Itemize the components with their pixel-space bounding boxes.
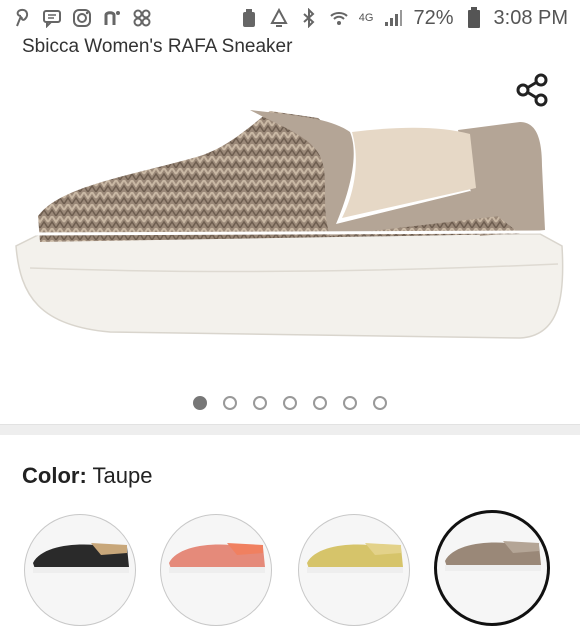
color-swatch-black[interactable] bbox=[24, 514, 136, 626]
network-type: 4G bbox=[358, 12, 374, 24]
signal-icon bbox=[383, 8, 403, 28]
color-swatch-coral[interactable] bbox=[160, 514, 272, 626]
color-selector-heading: Color: Taupe bbox=[22, 463, 152, 489]
pinterest-icon bbox=[12, 8, 32, 28]
product-image[interactable] bbox=[0, 96, 580, 366]
app-pinwheel-icon bbox=[132, 8, 152, 28]
swatch-shoe-taupe bbox=[445, 541, 541, 571]
carousel-dot[interactable] bbox=[193, 396, 207, 410]
color-swatch-list bbox=[0, 510, 580, 626]
carousel-dot[interactable] bbox=[343, 396, 357, 410]
status-bar-notifications bbox=[12, 8, 152, 28]
color-swatch-taupe[interactable] bbox=[434, 510, 550, 626]
status-bar: 4G 72% 3:08 PM bbox=[0, 0, 580, 36]
section-divider bbox=[0, 424, 580, 435]
instagram-icon bbox=[72, 8, 92, 28]
swatch-shoe-black bbox=[33, 543, 129, 573]
status-bar-system: 4G 72% 3:08 PM bbox=[239, 7, 568, 30]
product-title: Sbicca Women's RAFA Sneaker bbox=[22, 36, 293, 57]
swatch-shoe-coral bbox=[169, 543, 265, 573]
bluetooth-icon bbox=[299, 8, 319, 28]
message-icon bbox=[42, 8, 62, 28]
app-n-icon bbox=[102, 8, 122, 28]
carousel-indicator bbox=[0, 393, 580, 413]
recycle-icon bbox=[269, 8, 289, 28]
color-value: Taupe bbox=[92, 463, 153, 488]
color-label: Color: bbox=[22, 463, 87, 488]
carousel-dot[interactable] bbox=[253, 396, 267, 410]
carousel-dot[interactable] bbox=[283, 396, 297, 410]
wifi-icon bbox=[329, 8, 349, 28]
carousel-dot[interactable] bbox=[373, 396, 387, 410]
battery-icon bbox=[464, 7, 484, 28]
carousel-dot[interactable] bbox=[223, 396, 237, 410]
screenshot-icon bbox=[239, 8, 259, 28]
clock: 3:08 PM bbox=[493, 6, 568, 29]
battery-percent: 72% bbox=[413, 6, 454, 29]
carousel-dot[interactable] bbox=[313, 396, 327, 410]
color-swatch-gold[interactable] bbox=[298, 514, 410, 626]
sneaker-image bbox=[15, 110, 564, 339]
swatch-shoe-gold bbox=[307, 543, 403, 573]
